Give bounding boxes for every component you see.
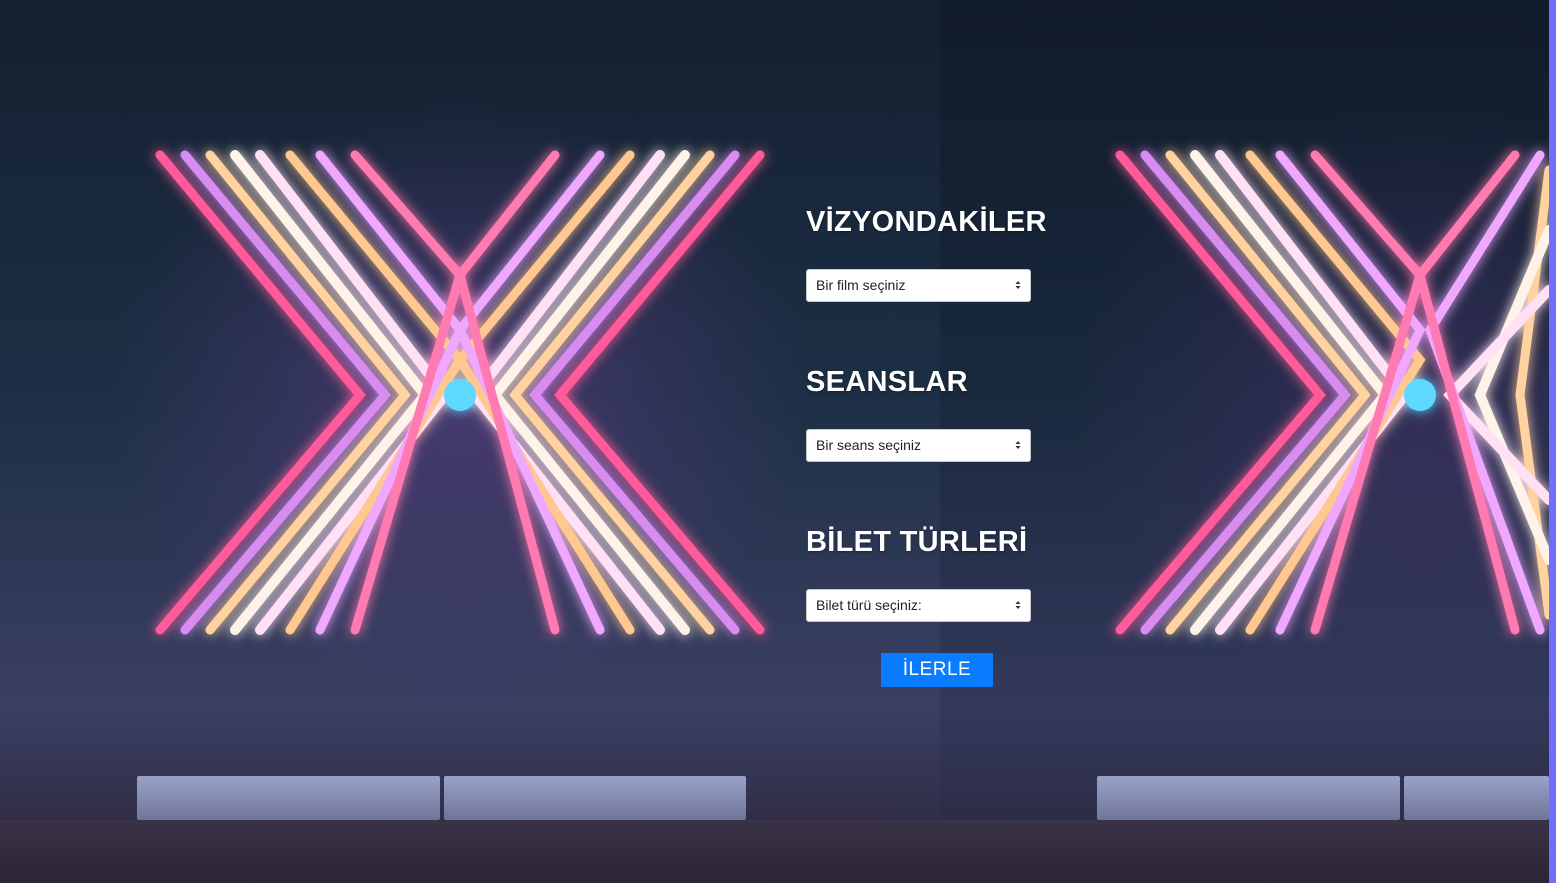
session-select-value: Bir seans seçiniz <box>816 437 922 453</box>
background-scene: VİZYONDAKİLER Bir film seçiniz SEANSLAR … <box>0 0 1549 883</box>
neon-x-right <box>1115 150 1549 635</box>
session-group: SEANSLAR Bir seans seçiniz <box>806 360 1036 462</box>
select-arrows-icon <box>1015 441 1021 449</box>
section-heading-now-showing: VİZYONDAKİLER <box>806 206 1047 238</box>
select-arrows-icon <box>1015 281 1021 289</box>
scrollbar[interactable] <box>1549 0 1556 883</box>
booking-form: VİZYONDAKİLER Bir film seçiniz SEANSLAR … <box>806 200 1047 687</box>
select-arrows-icon <box>1015 601 1021 609</box>
neon-x-left <box>155 150 765 635</box>
movie-select[interactable]: Bir film seçiniz <box>806 269 1031 302</box>
section-heading-sessions: SEANSLAR <box>806 366 968 398</box>
plinth <box>444 776 746 820</box>
plinth <box>137 776 440 820</box>
session-select[interactable]: Bir seans seçiniz <box>806 429 1031 462</box>
section-heading-ticket-types: BİLET TÜRLERİ <box>806 526 1028 558</box>
movie-group: VİZYONDAKİLER Bir film seçiniz <box>806 200 1047 302</box>
ticket-type-select[interactable]: Bilet türü seçiniz: <box>806 589 1031 622</box>
continue-button[interactable]: İLERLE <box>881 653 993 687</box>
ticket-type-select-value: Bilet türü seçiniz: <box>816 597 922 613</box>
ticket-type-group: BİLET TÜRLERİ Bilet türü seçiniz: <box>806 520 1036 622</box>
plinth <box>1097 776 1400 820</box>
floor <box>0 820 1549 883</box>
plinth <box>1404 776 1549 820</box>
neon-x-artwork <box>155 150 1549 635</box>
movie-select-value: Bir film seçiniz <box>816 277 906 293</box>
